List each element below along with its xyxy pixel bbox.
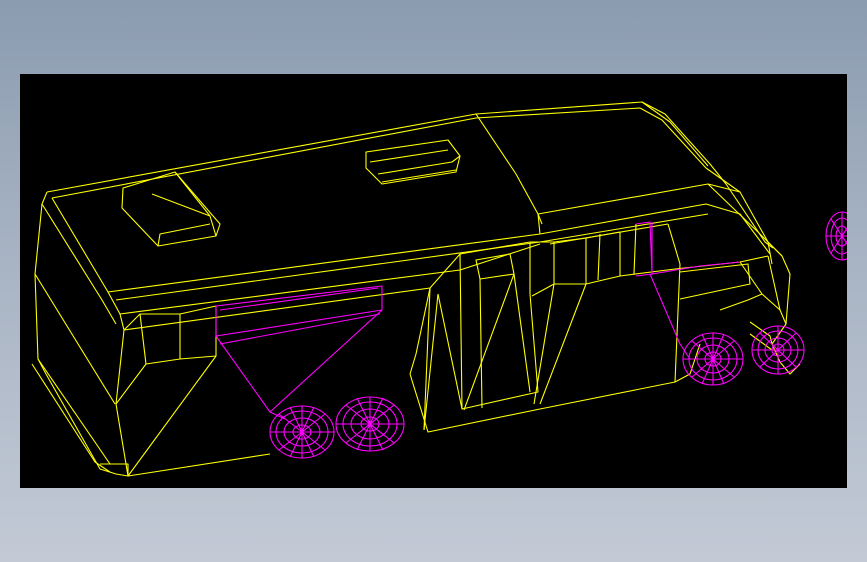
roof-vent-rear [121, 171, 221, 247]
side-window [215, 285, 383, 337]
body-wireframe [31, 101, 801, 477]
rear-wheel-1 [269, 405, 335, 459]
front-wheel-1 [682, 332, 744, 386]
roof-outline [46, 101, 774, 249]
side-door [459, 241, 539, 410]
cad-viewport[interactable] [20, 74, 847, 488]
roof-edge-inner [51, 107, 707, 199]
rear-end [34, 191, 129, 477]
window-outlines [215, 221, 741, 420]
rear-wheel-2 [335, 396, 405, 452]
front-wheel-2 [751, 325, 805, 375]
partial-wheel-edge [825, 211, 847, 261]
motorhome-wireframe [31, 101, 847, 477]
